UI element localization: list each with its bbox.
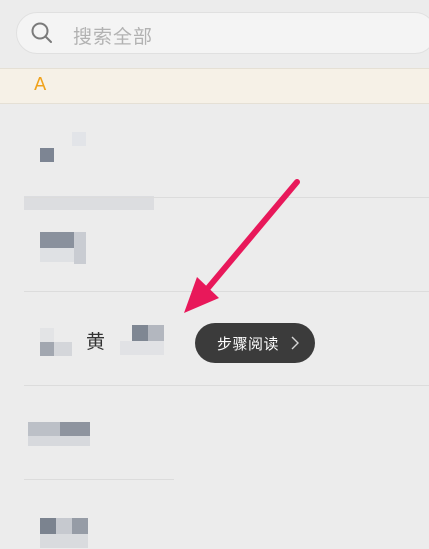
blurred-name xyxy=(40,148,54,162)
contact-row-2[interactable] xyxy=(0,198,429,291)
blurred-avatar xyxy=(54,342,72,356)
contact-name: 黄 xyxy=(86,331,106,353)
blurred-avatar xyxy=(40,328,54,342)
search-placeholder: 搜索全部 xyxy=(73,26,154,48)
chevron-right-icon xyxy=(291,336,299,350)
blurred-name xyxy=(56,518,72,534)
section-letter: A xyxy=(34,74,47,95)
blurred-name xyxy=(74,232,86,264)
blurred-name xyxy=(132,325,148,341)
search-bar[interactable]: 搜索全部 xyxy=(16,12,429,54)
blurred-name xyxy=(148,325,164,341)
blurred-name xyxy=(28,422,60,436)
contact-row-5[interactable] xyxy=(0,480,429,549)
steps-read-button[interactable]: 步骤阅读 xyxy=(195,323,315,363)
section-header-a: A xyxy=(0,68,429,104)
blurred-name xyxy=(120,341,164,355)
blurred-avatar xyxy=(40,342,54,356)
search-icon xyxy=(31,22,52,43)
contact-row-4[interactable] xyxy=(0,386,429,479)
blurred-name xyxy=(40,518,56,534)
blurred-name xyxy=(28,436,90,446)
blurred-name xyxy=(72,518,88,534)
blurred-name xyxy=(40,248,74,262)
contacts-screen: 搜索全部 A 黄 步骤阅读 xyxy=(0,0,429,549)
blurred-name xyxy=(72,132,86,146)
blurred-name xyxy=(40,534,88,548)
contact-row-1[interactable] xyxy=(0,104,429,210)
steps-read-label: 步骤阅读 xyxy=(217,335,280,353)
blurred-name xyxy=(40,232,74,248)
